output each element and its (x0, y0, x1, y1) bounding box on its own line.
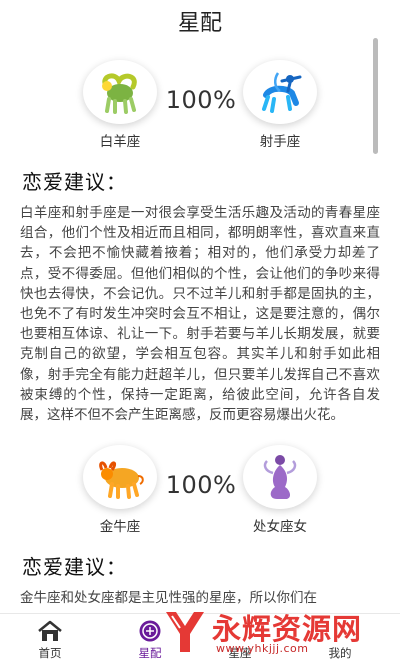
sign-sagittarius[interactable]: 射手座 (242, 60, 318, 150)
match-content: 白羊座 100% 射手座 恋爱建议： 白羊座和射手座是一对很会享受生活乐趣及活动… (0, 54, 400, 614)
tab-constellation[interactable]: 星座 (200, 620, 280, 661)
virgo-maiden-icon (243, 445, 317, 510)
home-icon (10, 620, 90, 642)
advice-text: 金牛座和处女座都是主见性强的星座，所以你们在 (20, 590, 317, 607)
constellation-icon (110, 620, 190, 642)
sign-taurus[interactable]: 金牛座 (82, 445, 158, 535)
page-header: 星配 (0, 0, 400, 44)
tab-label: 星座 (228, 646, 252, 660)
aries-ram-icon (83, 60, 157, 124)
tab-label: 首页 (38, 646, 62, 660)
bottom-tab-bar: 首页 星配 星座 我的 (0, 613, 400, 666)
sagittarius-archer-icon (243, 60, 317, 124)
advice-text: 白羊座和射手座是一对很会享受生活乐趣及活动的青春星座组合，他们个性及相近而且相同… (20, 205, 380, 424)
advice-title: 恋爱建议： (22, 170, 127, 194)
sign-name: 射手座 (259, 134, 301, 150)
match-percent: 100% (165, 86, 237, 114)
match-percent: 100% (165, 471, 237, 500)
taurus-bull-icon (83, 445, 157, 510)
sign-virgo[interactable]: 处女座女 (242, 445, 318, 535)
tab-match[interactable]: 星配 (110, 620, 190, 661)
sign-aries[interactable]: 白羊座 (82, 60, 158, 150)
match-pair: 白羊座 100% 射手座 (0, 54, 400, 154)
advice-title: 恋爱建议： (22, 555, 127, 580)
sign-name: 处女座女 (253, 519, 307, 536)
sign-name: 白羊座 (99, 134, 141, 150)
tab-label: 我的 (328, 646, 352, 660)
tab-mine[interactable]: 我的 (300, 620, 380, 661)
page-title: 星配 (177, 11, 222, 36)
match-pair: 金牛座 100% 处女座女 (0, 439, 400, 539)
tab-label: 星配 (138, 646, 162, 660)
sign-name: 金牛座 (99, 519, 141, 536)
tab-home[interactable]: 首页 (10, 620, 90, 661)
